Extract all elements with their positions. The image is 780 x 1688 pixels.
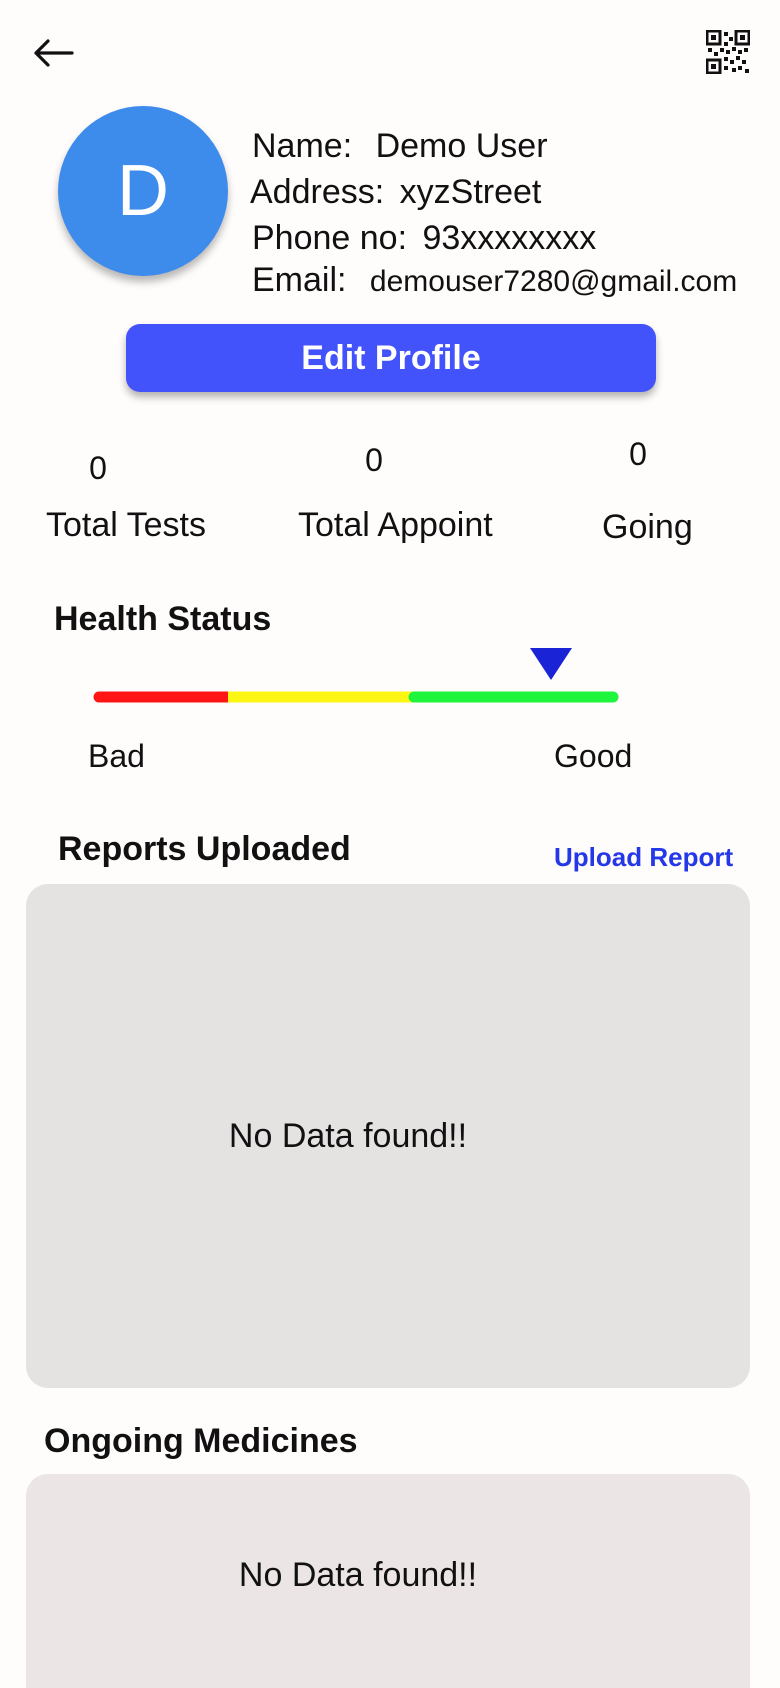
name-label: Name: [252, 127, 353, 165]
health-status-bar [92, 690, 620, 704]
medicines-empty-text: No Data found!! [238, 1556, 478, 1594]
email-value: demouser7280@gmail.com [369, 265, 738, 298]
profile-email-row: Email: demouser7280@gmail.com [252, 260, 737, 302]
phone-value: 93xxxxxxxx [422, 219, 597, 257]
phone-label: Phone no: [252, 219, 408, 257]
total-tests-count: 0 [89, 450, 107, 486]
qr-code-icon [705, 29, 751, 75]
edit-profile-label: Edit Profile [301, 338, 481, 377]
profile-name-row: Name: Demo User [252, 126, 548, 166]
going-count: 0 [629, 436, 647, 472]
address-label: Address: [250, 173, 385, 211]
qr-code-button[interactable] [705, 29, 751, 75]
profile-phone-row: Phone no: 93xxxxxxxx [252, 218, 596, 258]
total-tests-label: Total Tests [46, 506, 207, 544]
email-label: Email: [252, 261, 347, 299]
avatar-letter: D [117, 151, 169, 231]
name-value: Demo User [375, 127, 548, 165]
edit-profile-button[interactable]: Edit Profile [126, 324, 656, 392]
total-appointments-count: 0 [365, 442, 383, 478]
health-gauge-svg [93, 691, 619, 703]
health-good-label: Good [554, 738, 633, 774]
reports-uploaded-title: Reports Uploaded [58, 830, 351, 868]
address-value: xyzStreet [399, 173, 542, 211]
upload-report-link[interactable]: Upload Report [554, 842, 733, 873]
ongoing-medicines-title: Ongoing Medicines [44, 1422, 358, 1460]
profile-address-row: Address: xyzStreet [250, 172, 541, 212]
medicines-list: No Data found!! [26, 1474, 750, 1688]
back-button[interactable] [28, 28, 78, 78]
health-level-marker [530, 648, 573, 680]
health-bad-label: Bad [88, 738, 145, 774]
reports-empty-text: No Data found!! [228, 1116, 468, 1155]
arrow-left-icon [34, 39, 74, 67]
avatar: D [58, 106, 228, 276]
reports-list: No Data found!! [26, 884, 750, 1388]
profile-screen: D Name: Demo User Address: xyzStreet Pho… [0, 0, 780, 1688]
going-label: Going [602, 508, 693, 546]
triangle-down-icon [530, 648, 573, 680]
health-status-title: Health Status [54, 600, 272, 638]
total-appointments-label: Total Appoint [298, 506, 493, 544]
